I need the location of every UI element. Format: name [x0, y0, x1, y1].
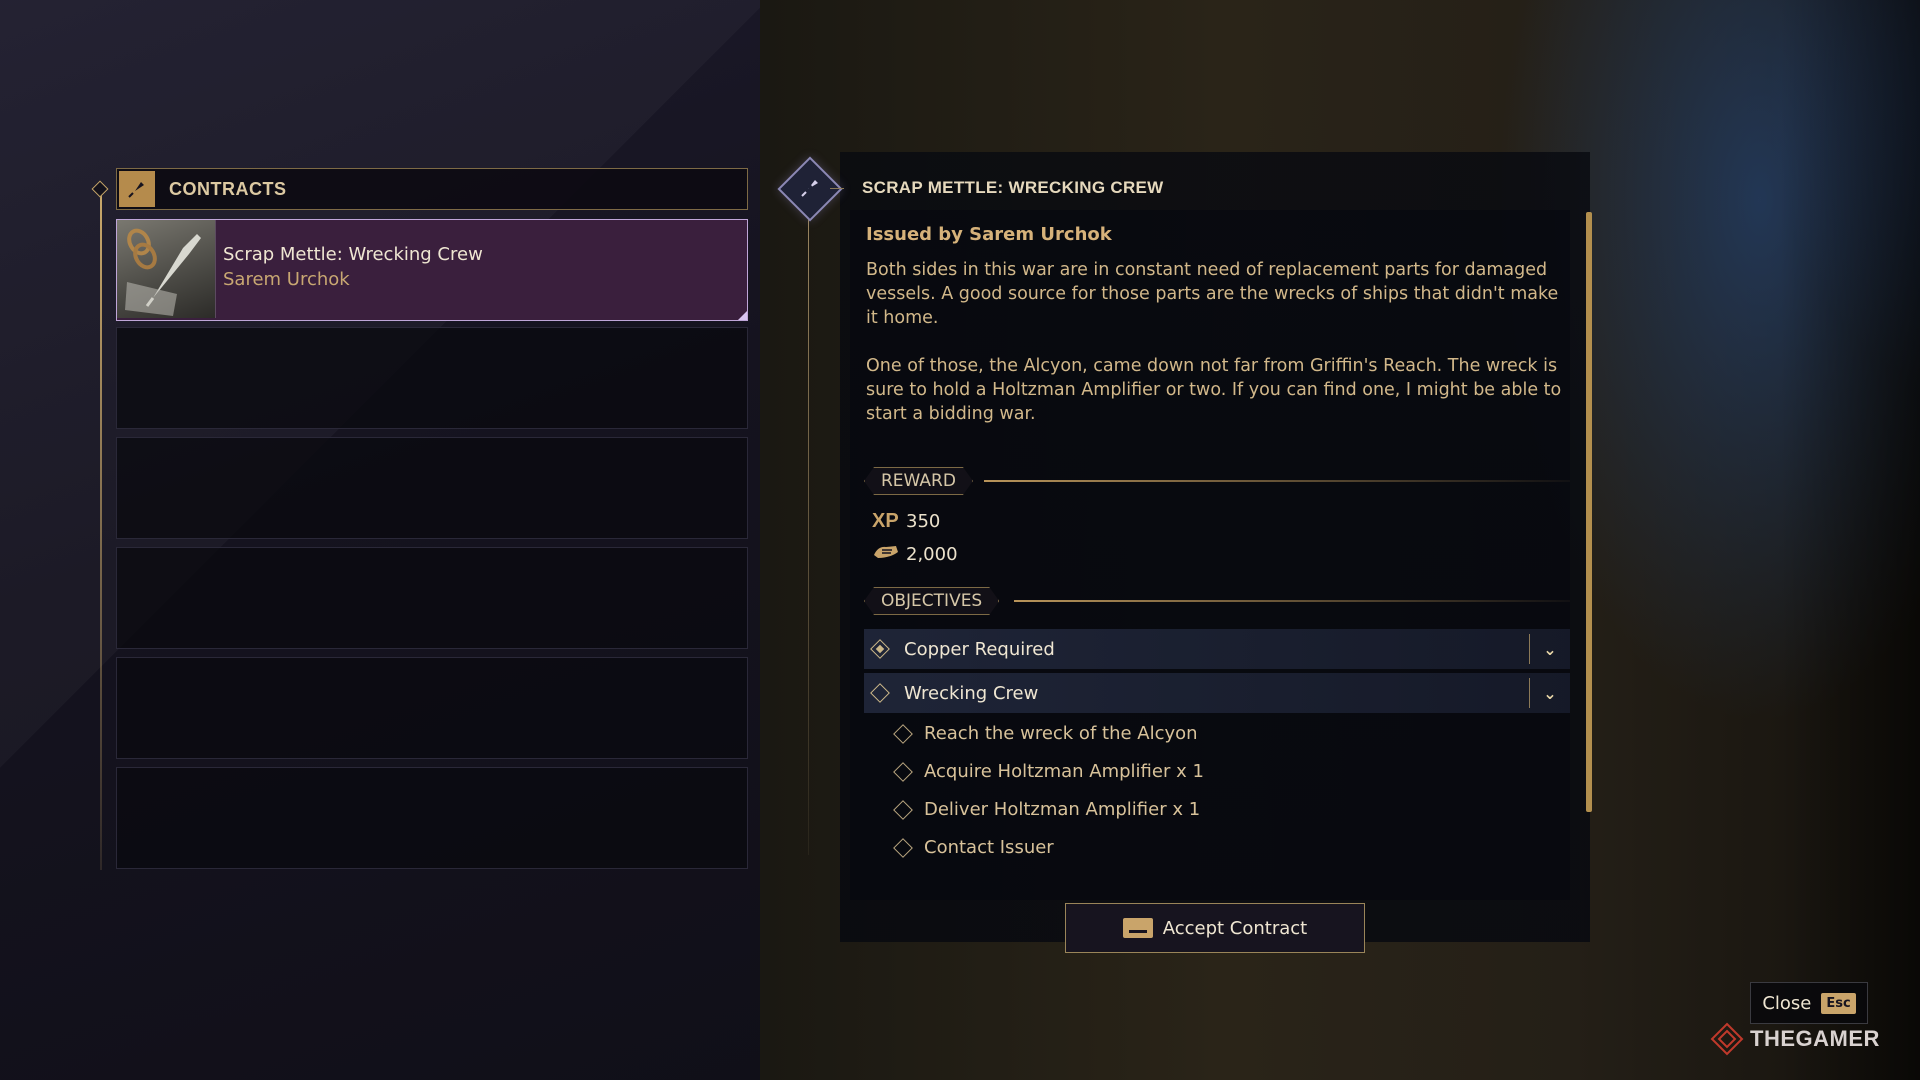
scene-edge-shade — [1780, 0, 1920, 1080]
sub-objective: Deliver Holtzman Amplifier x 1 — [893, 799, 1201, 820]
chevron-down-icon[interactable]: ⌄ — [1529, 634, 1570, 664]
quill-pen-icon — [119, 171, 155, 207]
detail-rail — [808, 215, 809, 855]
selected-corner-marker — [738, 311, 747, 320]
esc-key-icon: Esc — [1821, 992, 1856, 1014]
sub-objective: Acquire Holtzman Amplifier x 1 — [893, 761, 1204, 782]
accept-contract-label: Accept Contract — [1162, 917, 1308, 939]
sub-objective-label: Deliver Holtzman Amplifier x 1 — [924, 799, 1201, 820]
objective-diamond-icon — [893, 799, 913, 820]
contract-slot-empty — [116, 547, 748, 649]
objective-wrecking-crew[interactable]: Wrecking Crew ⌄ — [864, 673, 1570, 713]
objective-label: Wrecking Crew — [904, 682, 1039, 704]
chevron-down-icon[interactable]: ⌄ — [1529, 678, 1570, 708]
objective-label: Copper Required — [904, 638, 1055, 660]
xp-icon: XP — [872, 510, 899, 532]
contract-title: Scrap Mettle: Wrecking Crew — [223, 244, 483, 265]
accept-contract-button[interactable]: Accept Contract — [1065, 903, 1365, 953]
objective-diamond-icon — [893, 723, 913, 744]
objective-copper-required[interactable]: Copper Required ⌄ — [864, 629, 1570, 669]
description-paragraph: Both sides in this war are in constant n… — [866, 260, 1559, 328]
watermark-text: THEGAMER — [1750, 1026, 1880, 1051]
objective-diamond-icon — [870, 683, 890, 703]
sub-objective-label: Reach the wreck of the Alcyon — [924, 723, 1198, 744]
contract-slot-empty — [116, 437, 748, 539]
contract-slot-empty — [116, 767, 748, 869]
chain-quill-icon — [117, 220, 216, 318]
sub-objective-label: Contact Issuer — [924, 837, 1054, 858]
close-label: Close — [1762, 992, 1812, 1014]
contract-item-scrap-mettle[interactable]: Scrap Mettle: Wrecking Crew Sarem Urchok — [116, 219, 748, 321]
detail-scrollbar[interactable] — [1586, 212, 1592, 812]
objectives-divider — [1014, 600, 1570, 602]
objective-diamond-icon — [893, 761, 913, 782]
contracts-rail — [100, 190, 102, 870]
contract-issuer: Sarem Urchok — [223, 269, 350, 290]
issued-by: Issued by Sarem Urchok — [866, 224, 1112, 245]
spacebar-key-icon — [1122, 918, 1153, 938]
detail-title: SCRAP METTLE: WRECKING CREW — [862, 178, 1164, 197]
contract-slot-empty — [116, 657, 748, 759]
objective-diamond-icon — [870, 639, 890, 659]
sub-objective-label: Acquire Holtzman Amplifier x 1 — [924, 761, 1204, 782]
description-paragraph: One of those, the Alcyon, came down not … — [866, 356, 1562, 424]
sub-objective: Reach the wreck of the Alcyon — [893, 723, 1198, 744]
watermark: THEGAMER — [1710, 1022, 1880, 1056]
reward-xp-value: 350 — [906, 511, 941, 532]
reward-xp: XP 350 — [872, 510, 940, 533]
reward-tag: REWARD — [864, 467, 973, 495]
contract-description: Both sides in this war are in constant n… — [866, 258, 1566, 450]
thegamer-logo-icon — [1710, 1022, 1744, 1056]
reward-currency-value: 2,000 — [906, 543, 958, 565]
detail-header-connector — [830, 188, 844, 189]
quill-pen-icon — [790, 170, 830, 206]
reward-divider — [984, 480, 1570, 482]
contracts-title: CONTRACTS — [169, 178, 287, 199]
close-button[interactable]: Close Esc — [1750, 982, 1868, 1024]
reward-currency: 2,000 — [872, 542, 958, 566]
sub-objective: Contact Issuer — [893, 837, 1054, 858]
left-background-diagonal — [0, 0, 840, 1080]
contract-slot-empty — [116, 327, 748, 429]
objectives-tag: OBJECTIVES — [864, 587, 999, 615]
solari-currency-icon — [872, 542, 906, 566]
objective-diamond-icon — [893, 837, 913, 858]
contracts-header: CONTRACTS — [116, 168, 748, 210]
